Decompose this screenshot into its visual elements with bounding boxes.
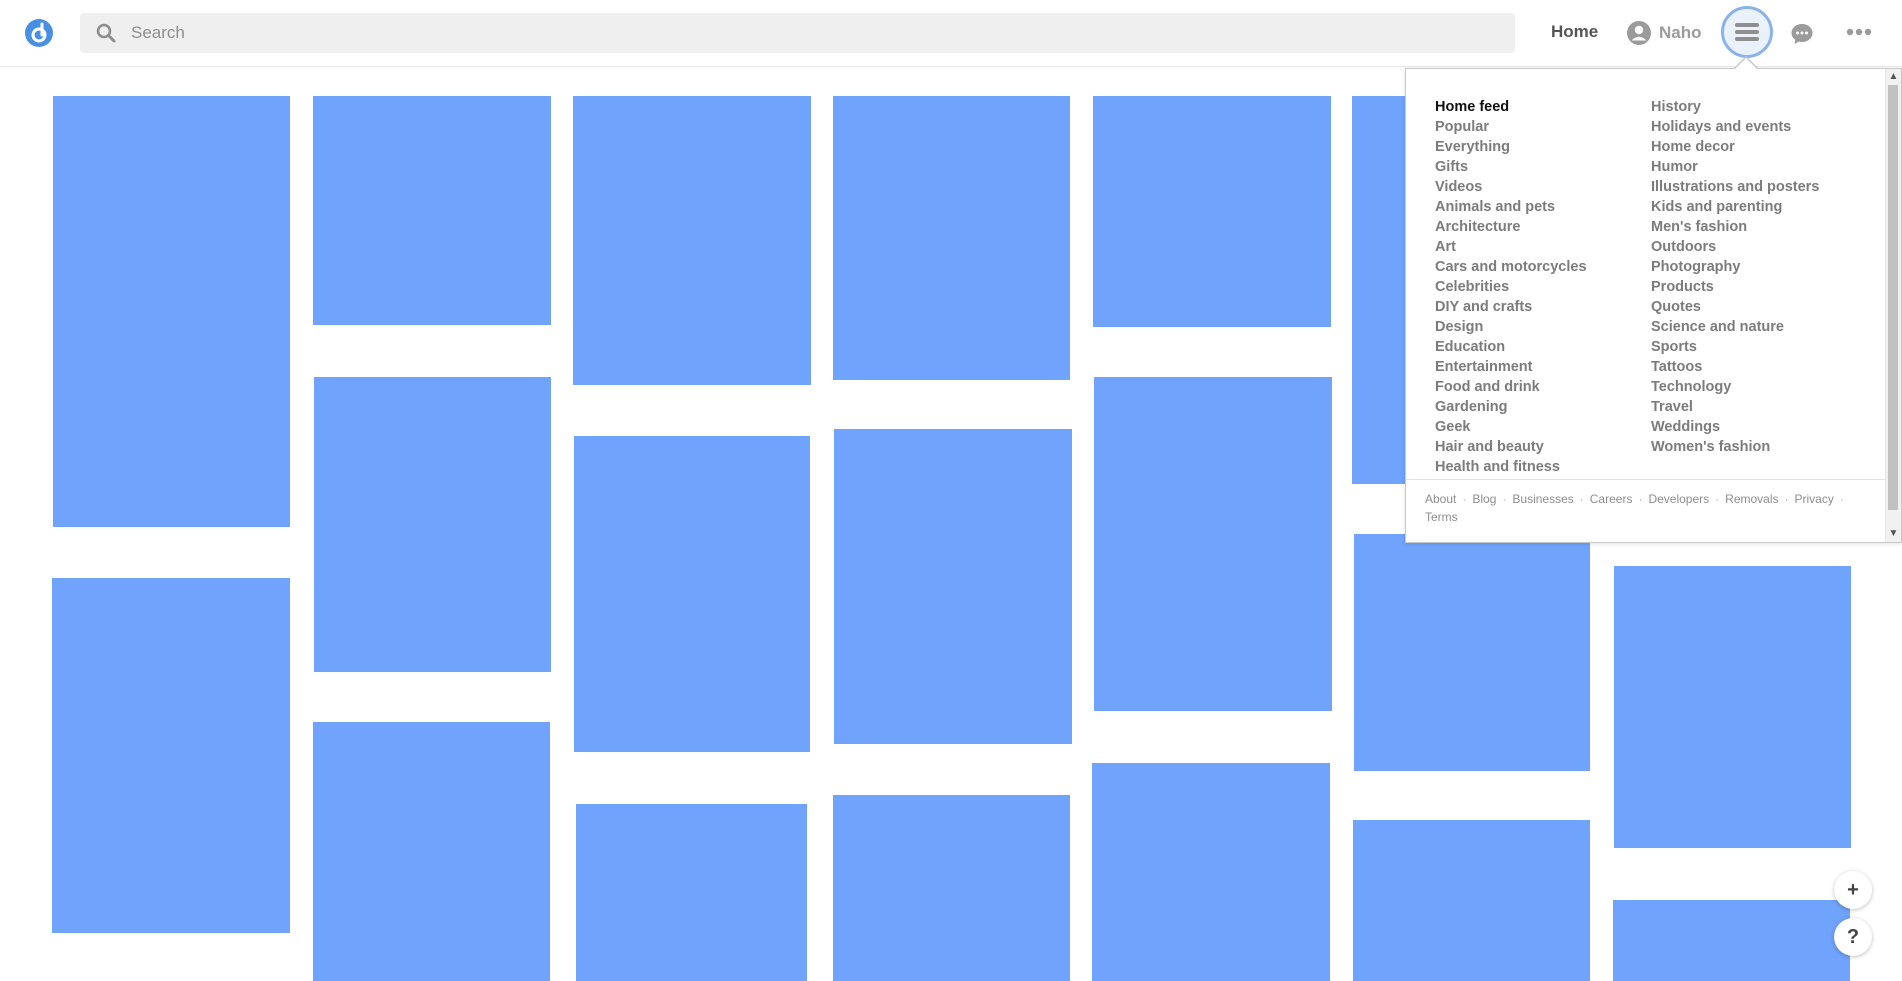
- category-item[interactable]: Products: [1651, 277, 1819, 297]
- footer-link-blog[interactable]: Blog: [1472, 492, 1496, 506]
- pin-tile[interactable]: [53, 96, 290, 527]
- category-item[interactable]: Travel: [1651, 397, 1819, 417]
- footer-link-careers[interactable]: Careers: [1590, 492, 1633, 506]
- dropdown-scrollbar[interactable]: ▲ ▼: [1885, 69, 1901, 542]
- category-item[interactable]: Education: [1435, 337, 1587, 357]
- footer-separator: ·: [1502, 492, 1507, 506]
- logo-icon[interactable]: [24, 18, 54, 48]
- user-profile-link[interactable]: Naho: [1627, 20, 1702, 46]
- categories-right-column: History Holidays and events Home decor H…: [1651, 97, 1819, 457]
- category-item[interactable]: Food and drink: [1435, 377, 1587, 397]
- category-item[interactable]: Geek: [1435, 417, 1587, 437]
- pin-tile[interactable]: [1093, 96, 1331, 327]
- category-item[interactable]: Gifts: [1435, 157, 1587, 177]
- pin-tile[interactable]: [834, 429, 1072, 744]
- category-item[interactable]: Popular: [1435, 117, 1587, 137]
- category-item[interactable]: History: [1651, 97, 1819, 117]
- category-item[interactable]: Sports: [1651, 337, 1819, 357]
- footer-link-terms[interactable]: Terms: [1425, 510, 1458, 524]
- pin-tile[interactable]: [314, 377, 551, 672]
- category-item[interactable]: Entertainment: [1435, 357, 1587, 377]
- pin-tile[interactable]: [576, 804, 807, 981]
- footer-separator: ·: [1715, 492, 1720, 506]
- scroll-thumb[interactable]: [1888, 85, 1898, 510]
- footer-separator: ·: [1462, 492, 1467, 506]
- category-item[interactable]: Men's fashion: [1651, 217, 1819, 237]
- category-item[interactable]: Gardening: [1435, 397, 1587, 417]
- scroll-down-arrow-icon[interactable]: ▼: [1886, 526, 1901, 542]
- more-options-icon[interactable]: [1846, 26, 1872, 38]
- pin-tile[interactable]: [52, 578, 290, 933]
- top-bar: Home Naho: [0, 0, 1902, 67]
- category-item[interactable]: Kids and parenting: [1651, 197, 1819, 217]
- category-item[interactable]: Quotes: [1651, 297, 1819, 317]
- dropdown-caret: [1735, 58, 1757, 69]
- category-item[interactable]: Illustrations and posters: [1651, 177, 1819, 197]
- category-item[interactable]: Home decor: [1651, 137, 1819, 157]
- category-item[interactable]: Health and fitness: [1435, 457, 1587, 477]
- category-item[interactable]: Videos: [1435, 177, 1587, 197]
- pin-tile[interactable]: [1613, 900, 1850, 981]
- add-pin-button[interactable]: +: [1834, 871, 1872, 909]
- footer-separator: ·: [1784, 492, 1789, 506]
- category-item[interactable]: Science and nature: [1651, 317, 1819, 337]
- category-item[interactable]: Holidays and events: [1651, 117, 1819, 137]
- footer-link-removals[interactable]: Removals: [1725, 492, 1778, 506]
- footer-link-businesses[interactable]: Businesses: [1512, 492, 1573, 506]
- pin-tile[interactable]: [1353, 820, 1590, 981]
- pin-tile[interactable]: [833, 795, 1070, 981]
- category-item[interactable]: Outdoors: [1651, 237, 1819, 257]
- pin-tile[interactable]: [1092, 763, 1330, 981]
- messages-icon[interactable]: [1790, 22, 1814, 46]
- scroll-up-arrow-icon[interactable]: ▲: [1886, 69, 1901, 85]
- menu-button[interactable]: [1721, 6, 1773, 58]
- footer-separator: ·: [1839, 492, 1844, 506]
- categories-dropdown: Home feed Popular Everything Gifts Video…: [1405, 68, 1902, 543]
- category-item[interactable]: Weddings: [1651, 417, 1819, 437]
- category-item[interactable]: Photography: [1651, 257, 1819, 277]
- category-item[interactable]: Technology: [1651, 377, 1819, 397]
- pin-tile[interactable]: [574, 436, 810, 752]
- user-name: Naho: [1659, 23, 1702, 42]
- home-link[interactable]: Home: [1551, 22, 1598, 42]
- pin-tile[interactable]: [1354, 534, 1590, 771]
- categories-left-column: Home feed Popular Everything Gifts Video…: [1435, 97, 1587, 477]
- category-item[interactable]: Women's fashion: [1651, 437, 1819, 457]
- category-item[interactable]: Hair and beauty: [1435, 437, 1587, 457]
- footer-separator: ·: [1638, 492, 1643, 506]
- pin-tile[interactable]: [1614, 566, 1851, 848]
- category-item[interactable]: Tattoos: [1651, 357, 1819, 377]
- dropdown-footer: About · Blog · Businesses · Careers · Developers…: [1406, 479, 1886, 526]
- category-item[interactable]: DIY and crafts: [1435, 297, 1587, 317]
- footer-link-privacy[interactable]: Privacy: [1795, 492, 1834, 506]
- help-button[interactable]: ?: [1834, 918, 1872, 956]
- hamburger-icon: [1735, 23, 1759, 41]
- category-item[interactable]: Art: [1435, 237, 1587, 257]
- footer-separator: ·: [1579, 492, 1584, 506]
- category-item-home-feed[interactable]: Home feed: [1435, 97, 1587, 117]
- help-icon: ?: [1846, 925, 1860, 948]
- pin-tile[interactable]: [313, 722, 550, 981]
- user-avatar-icon: [1627, 21, 1651, 45]
- plus-icon: +: [1847, 878, 1859, 901]
- category-item[interactable]: Design: [1435, 317, 1587, 337]
- category-item[interactable]: Animals and pets: [1435, 197, 1587, 217]
- footer-link-developers[interactable]: Developers: [1648, 492, 1709, 506]
- category-item[interactable]: Architecture: [1435, 217, 1587, 237]
- search-icon: [96, 23, 116, 43]
- category-item[interactable]: Cars and motorcycles: [1435, 257, 1587, 277]
- category-item[interactable]: Celebrities: [1435, 277, 1587, 297]
- search-bar[interactable]: [80, 13, 1515, 53]
- pin-tile[interactable]: [1094, 377, 1332, 711]
- category-item[interactable]: Humor: [1651, 157, 1819, 177]
- pin-tile[interactable]: [833, 96, 1070, 380]
- footer-link-about[interactable]: About: [1425, 492, 1456, 506]
- category-item[interactable]: Everything: [1435, 137, 1587, 157]
- pin-tile[interactable]: [573, 96, 811, 385]
- search-input[interactable]: [131, 13, 1501, 53]
- pin-tile[interactable]: [313, 96, 551, 325]
